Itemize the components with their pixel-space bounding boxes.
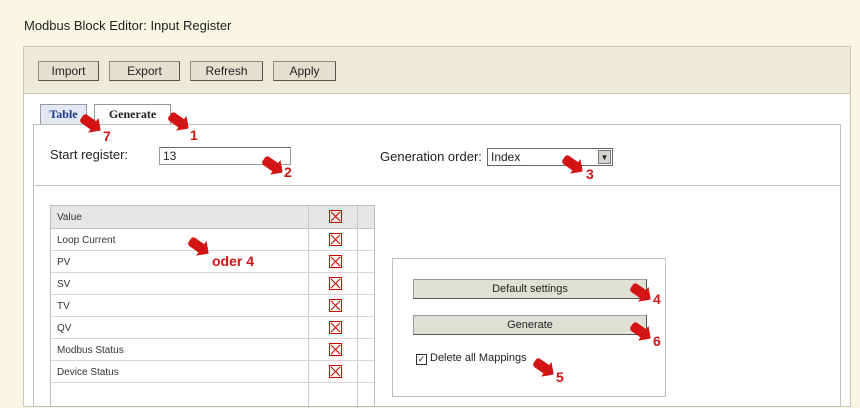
window-title: Modbus Block Editor: Input Register — [24, 18, 232, 33]
remove-icon[interactable] — [329, 343, 342, 356]
refresh-button[interactable]: Refresh — [190, 61, 263, 81]
remove-all-icon[interactable] — [329, 210, 342, 223]
grid-header-value: Value — [57, 212, 82, 223]
table-row[interactable]: SV — [51, 273, 374, 295]
annotation-number: 4 — [653, 291, 661, 307]
row-label: PV — [57, 257, 71, 268]
delete-mappings-label: Delete all Mappings — [430, 352, 527, 364]
generation-order-select[interactable]: Index ▼ — [487, 148, 613, 166]
table-row[interactable]: Modbus Status — [51, 339, 374, 361]
remove-icon[interactable] — [329, 299, 342, 312]
annotation-number: 3 — [586, 166, 594, 182]
delete-mappings-checkbox[interactable]: ✓ — [416, 354, 427, 365]
table-row[interactable]: Device Status — [51, 361, 374, 383]
row-label: SV — [57, 279, 71, 290]
grid-header: Value — [51, 206, 374, 229]
table-row[interactable]: QV — [51, 317, 374, 339]
annotation-number: 5 — [556, 369, 564, 385]
start-register-label: Start register: — [50, 147, 129, 162]
row-label: Device Status — [57, 367, 119, 378]
toolbar: Import Export Refresh Apply — [24, 47, 850, 94]
generate-button[interactable]: Generate — [413, 315, 647, 335]
import-button[interactable]: Import — [38, 61, 99, 81]
row-label: Modbus Status — [57, 345, 124, 356]
table-row[interactable]: TV — [51, 295, 374, 317]
annotation-number: 6 — [653, 333, 661, 349]
annotation-number: 7 — [103, 128, 111, 144]
annotation-number: 1 — [190, 127, 198, 143]
chevron-down-icon[interactable]: ▼ — [598, 150, 611, 164]
apply-button[interactable]: Apply — [273, 61, 336, 81]
generation-order-value: Index — [491, 150, 521, 164]
remove-icon[interactable] — [329, 233, 342, 246]
remove-icon[interactable] — [329, 255, 342, 268]
default-settings-button[interactable]: Default settings — [413, 279, 647, 299]
row-label: QV — [57, 323, 72, 334]
remove-icon[interactable] — [329, 321, 342, 334]
remove-icon[interactable] — [329, 277, 342, 290]
value-grid: Value Loop Current PV SV TV QV Modbus St… — [50, 205, 375, 408]
annotation-label: oder 4 — [212, 253, 255, 269]
annotation-number: 2 — [284, 164, 292, 180]
generation-order-label: Generation order: — [380, 149, 482, 164]
remove-icon[interactable] — [329, 365, 342, 378]
tab-generate[interactable]: Generate — [94, 104, 171, 124]
export-button[interactable]: Export — [109, 61, 180, 81]
row-label: Loop Current — [57, 235, 116, 246]
row-label: TV — [57, 301, 70, 312]
